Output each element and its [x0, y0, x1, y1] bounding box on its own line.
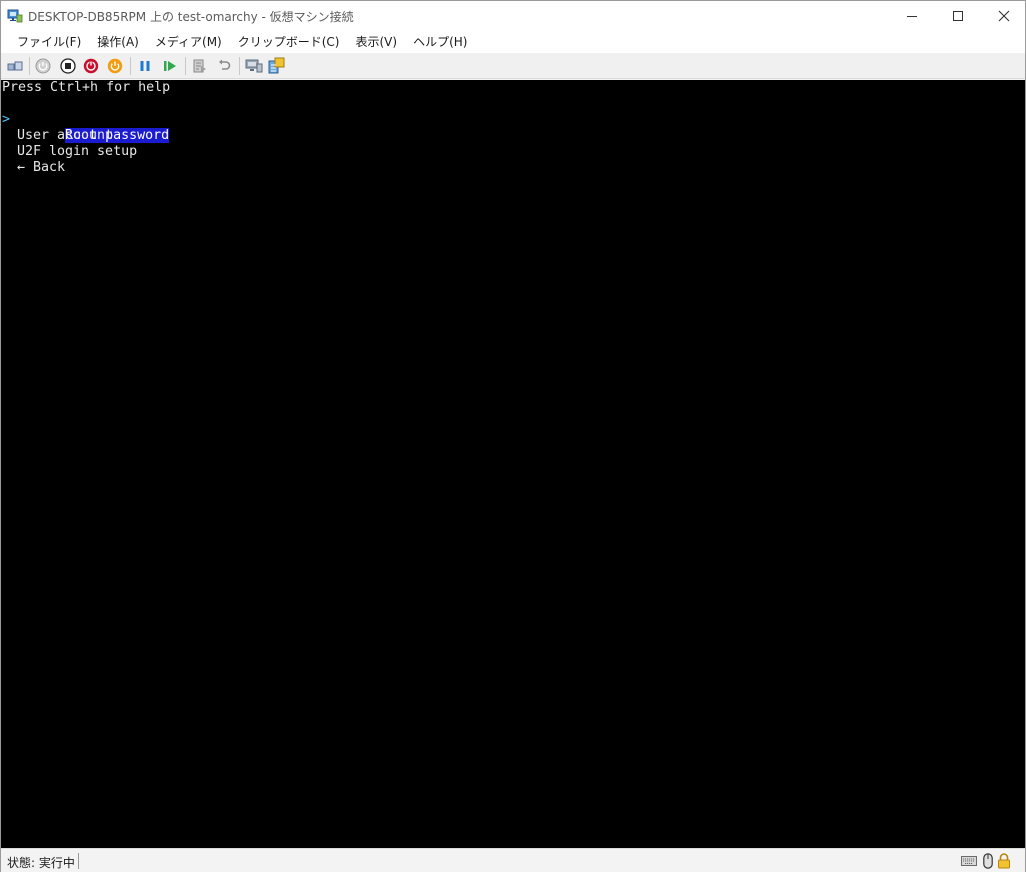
save-icon — [107, 58, 123, 74]
menu-pointer: > — [2, 112, 11, 127]
lock-icon — [996, 853, 1012, 869]
maximize-button[interactable] — [935, 1, 981, 31]
help-hint: Press Ctrl+h for help — [2, 80, 171, 95]
toolbar-separator — [185, 57, 186, 75]
menu-file[interactable]: ファイル(F) — [9, 31, 89, 53]
vm-console[interactable]: Press Ctrl+h for help > Root password Us… — [1, 80, 1025, 848]
close-icon — [998, 10, 1010, 22]
toolbar-separator — [239, 57, 240, 75]
resume-button[interactable] — [161, 57, 179, 75]
start-button[interactable] — [34, 57, 52, 75]
menu-option-user-account[interactable]: User account — [17, 128, 113, 144]
start-icon — [35, 58, 51, 74]
checkpoint-button[interactable] — [191, 57, 209, 75]
menu-help[interactable]: ヘルプ(H) — [405, 31, 475, 53]
checkpoint-icon — [193, 59, 206, 73]
status-text: 状態: 実行中 — [7, 856, 75, 870]
minimize-icon — [907, 15, 917, 17]
menu-action[interactable]: 操作(A) — [89, 31, 147, 53]
vm-connection-window: DESKTOP-DB85RPM 上の test-omarchy - 仮想マシン接… — [0, 0, 1026, 872]
share-icon — [268, 57, 285, 74]
enhanced-session-button[interactable] — [245, 57, 263, 75]
revert-button[interactable] — [215, 57, 233, 75]
shutdown-button[interactable] — [82, 57, 100, 75]
pause-icon — [140, 61, 150, 71]
share-button[interactable] — [268, 57, 286, 75]
resume-icon — [164, 61, 176, 71]
maximize-icon — [953, 11, 963, 21]
toolbar-separator — [29, 57, 30, 75]
ctrl-alt-del-icon — [7, 61, 23, 71]
menu-bar: ファイル(F) 操作(A) メディア(M) クリップボード(C) 表示(V) ヘ… — [1, 31, 1025, 53]
menu-clipboard[interactable]: クリップボード(C) — [230, 31, 348, 53]
menu-option-back[interactable]: ← Back — [17, 160, 65, 176]
mouse-icon — [981, 853, 995, 869]
revert-icon — [219, 59, 231, 70]
vm-connection-icon — [7, 9, 23, 23]
menu-option-u2f-login-setup[interactable]: U2F login setup — [17, 144, 137, 160]
turn-off-icon — [60, 58, 76, 74]
menu-media[interactable]: メディア(M) — [147, 31, 230, 53]
pause-button[interactable] — [136, 57, 154, 75]
toolbar — [1, 53, 1025, 79]
menu-view[interactable]: 表示(V) — [348, 31, 406, 53]
enhanced-session-icon — [245, 59, 263, 73]
turn-off-button[interactable] — [59, 57, 77, 75]
save-button[interactable] — [106, 57, 124, 75]
title-bar[interactable]: DESKTOP-DB85RPM 上の test-omarchy - 仮想マシン接… — [1, 1, 1025, 31]
toolbar-separator — [130, 57, 131, 75]
minimize-button[interactable] — [889, 1, 935, 31]
close-button[interactable] — [981, 1, 1026, 31]
ctrl-alt-del-button[interactable] — [6, 57, 24, 75]
keyboard-icon — [960, 853, 978, 869]
status-separator — [78, 853, 79, 869]
window-title: DESKTOP-DB85RPM 上の test-omarchy - 仮想マシン接… — [28, 10, 354, 24]
status-bar: 状態: 実行中 — [1, 848, 1025, 872]
shutdown-icon — [83, 58, 99, 74]
